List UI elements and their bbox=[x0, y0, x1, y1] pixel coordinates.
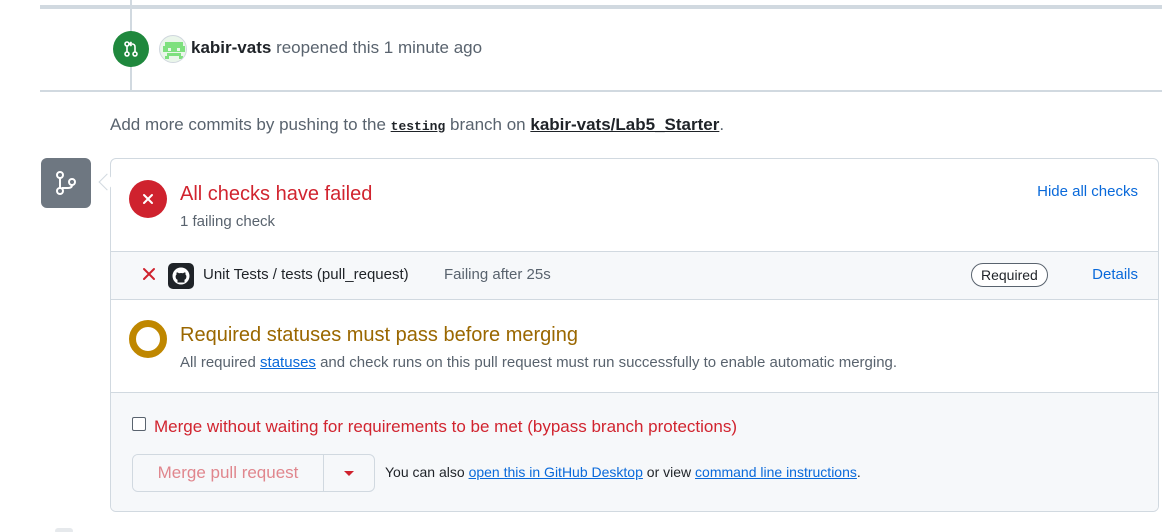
alternative-merge-text: You can also open this in GitHub Desktop… bbox=[385, 464, 861, 480]
checks-subtitle: 1 failing check bbox=[180, 213, 276, 230]
checks-title: All checks have failed bbox=[180, 183, 373, 205]
bypass-option: Merge without waiting for requirements t… bbox=[132, 417, 737, 437]
hint-middle: branch on bbox=[450, 115, 526, 134]
avatar[interactable] bbox=[159, 35, 187, 63]
command-line-link[interactable]: command line instructions bbox=[695, 464, 857, 480]
triangle-down-icon bbox=[344, 470, 354, 476]
alt-middle: or view bbox=[646, 464, 692, 480]
git-pull-request-icon bbox=[113, 31, 149, 67]
timeline-divider bbox=[40, 90, 1162, 92]
timeline-divider-top bbox=[40, 5, 1162, 9]
bypass-checkbox[interactable] bbox=[132, 417, 146, 431]
merge-actions: Merge without waiting for requirements t… bbox=[111, 393, 1158, 511]
hint-suffix: . bbox=[719, 115, 725, 134]
x-icon bbox=[143, 268, 155, 280]
pending-dot-icon bbox=[129, 320, 167, 358]
alt-prefix: You can also bbox=[385, 464, 465, 480]
status-description: All required statuses and check runs on … bbox=[180, 354, 897, 371]
check-row: Unit Tests / tests (pull_request) Failin… bbox=[111, 252, 1158, 300]
push-hint: Add more commits by pushing to the testi… bbox=[110, 115, 724, 135]
hint-prefix: Add more commits by pushing to the bbox=[110, 115, 386, 134]
pull-request-timeline: kabir-vats reopened this 1 minute ago Ad… bbox=[0, 0, 1162, 532]
merge-pull-request-button[interactable]: Merge pull request bbox=[133, 455, 324, 491]
details-link[interactable]: Details bbox=[1092, 266, 1138, 283]
event-action: reopened this 1 minute ago bbox=[276, 38, 483, 57]
alt-suffix: . bbox=[856, 464, 861, 480]
x-circle-icon bbox=[129, 180, 167, 218]
merge-method-dropdown[interactable] bbox=[324, 455, 374, 491]
status-text-after: and check runs on this pull request must… bbox=[320, 354, 898, 371]
reopen-event: kabir-vats reopened this 1 minute ago bbox=[191, 38, 482, 58]
statuses-link[interactable]: statuses bbox=[260, 354, 316, 371]
git-branch-icon bbox=[41, 158, 91, 208]
check-name: Unit Tests / tests (pull_request) bbox=[203, 266, 409, 283]
required-badge: Required bbox=[971, 263, 1048, 287]
next-timeline-item bbox=[55, 528, 73, 532]
merge-button-group: Merge pull request bbox=[132, 454, 375, 492]
check-state: Failing after 25s bbox=[444, 266, 551, 283]
checks-summary: All checks have failed 1 failing check H… bbox=[111, 159, 1158, 252]
github-desktop-link[interactable]: open this in GitHub Desktop bbox=[469, 464, 643, 480]
repo-link[interactable]: kabir-vats/Lab5_Starter bbox=[530, 115, 719, 134]
status-title: Required statuses must pass before mergi… bbox=[180, 324, 578, 346]
merge-box: All checks have failed 1 failing check H… bbox=[110, 158, 1159, 512]
hide-checks-link[interactable]: Hide all checks bbox=[1037, 183, 1138, 200]
github-actions-icon[interactable] bbox=[168, 263, 194, 289]
bypass-label[interactable]: Merge without waiting for requirements t… bbox=[154, 417, 737, 437]
event-username[interactable]: kabir-vats bbox=[191, 38, 271, 57]
required-statuses: Required statuses must pass before mergi… bbox=[111, 300, 1158, 393]
branch-name[interactable]: testing bbox=[391, 119, 446, 134]
status-text-before: All required bbox=[180, 354, 256, 371]
